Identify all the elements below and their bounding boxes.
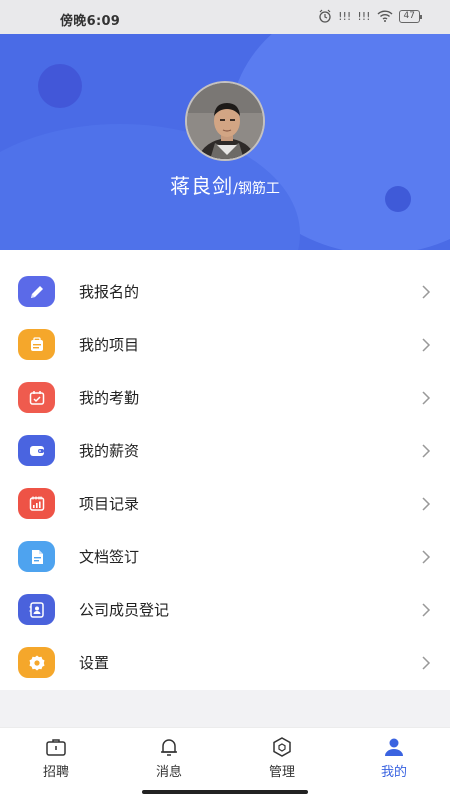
user-icon (385, 738, 403, 756)
chevron-right-icon (422, 549, 431, 564)
chart-calendar-icon (18, 488, 55, 519)
profile-header: 蒋良剑/钢筋工 (0, 34, 450, 250)
menu-item-member-registration[interactable]: 公司成员登记 (0, 583, 450, 636)
chevron-right-icon (422, 337, 431, 352)
hexagon-icon (273, 737, 291, 757)
wallet-icon (18, 435, 55, 466)
status-time: 傍晚6:09 (60, 14, 121, 29)
status-icons: !!! !!! 47 (318, 9, 423, 23)
menu-item-label: 我报名的 (79, 283, 140, 301)
menu-item-project-records[interactable]: 项目记录 (0, 477, 450, 530)
tab-label: 管理 (268, 765, 295, 780)
alarm-icon (319, 9, 331, 23)
document-icon (18, 541, 55, 572)
menu-item-label: 文档签订 (79, 548, 140, 566)
menu-item-label: 设置 (79, 654, 110, 672)
user-info: 蒋良剑/钢筋工 (0, 170, 450, 199)
gear-icon (18, 647, 55, 678)
menu-item-label: 公司成员登记 (79, 601, 170, 619)
status-bar: 傍晚6:09 !!! !!! 47 (0, 0, 450, 34)
menu-item-label: 我的考勤 (79, 389, 140, 407)
battery-icon: 47 (398, 9, 423, 23)
menu-item-my-salary[interactable]: 我的薪资 (0, 424, 450, 477)
chevron-right-icon (422, 443, 431, 458)
signal-icon-2: !!! (357, 9, 371, 23)
user-role: /钢筋工 (233, 181, 280, 197)
tab-label: 我的 (380, 765, 407, 780)
signal-icon-1: !!! (338, 9, 352, 23)
pencil-icon (18, 276, 55, 307)
menu-item-my-attendance[interactable]: 我的考勤 (0, 371, 450, 424)
wifi-icon (377, 10, 393, 22)
calendar-check-icon (18, 382, 55, 413)
chevron-right-icon (422, 602, 431, 617)
menu-item-settings[interactable]: 设置 (0, 636, 450, 689)
job-bag-icon (46, 739, 66, 756)
home-indicator[interactable] (142, 790, 308, 794)
tab-label: 消息 (155, 765, 182, 780)
tab-mine[interactable]: 我的 (359, 737, 429, 780)
menu-item-my-signups[interactable]: 我报名的 (0, 265, 450, 318)
tab-recruitment[interactable]: 招聘 (21, 737, 91, 780)
tab-management[interactable]: 管理 (247, 737, 317, 780)
menu-item-label: 我的薪资 (79, 442, 140, 460)
menu-list: 我报名的 我的项目 我的考勤 我的薪资 项目记录 文档签订 公司成员登记 设置 (0, 250, 450, 690)
menu-item-label: 项目记录 (79, 495, 140, 513)
bell-icon (161, 739, 177, 756)
menu-item-my-projects[interactable]: 我的项目 (0, 318, 450, 371)
user-name: 蒋良剑 (170, 174, 234, 198)
id-card-icon (18, 594, 55, 625)
chevron-right-icon (422, 496, 431, 511)
chevron-right-icon (422, 284, 431, 299)
chevron-right-icon (422, 390, 431, 405)
header-decoration-dot (38, 64, 82, 108)
briefcase-icon (18, 329, 55, 360)
avatar[interactable] (185, 81, 265, 161)
chevron-right-icon (422, 655, 431, 670)
menu-item-label: 我的项目 (79, 336, 140, 354)
tab-label: 招聘 (42, 765, 69, 780)
tab-messages[interactable]: 消息 (134, 737, 204, 780)
menu-item-document-signing[interactable]: 文档签订 (0, 530, 450, 583)
